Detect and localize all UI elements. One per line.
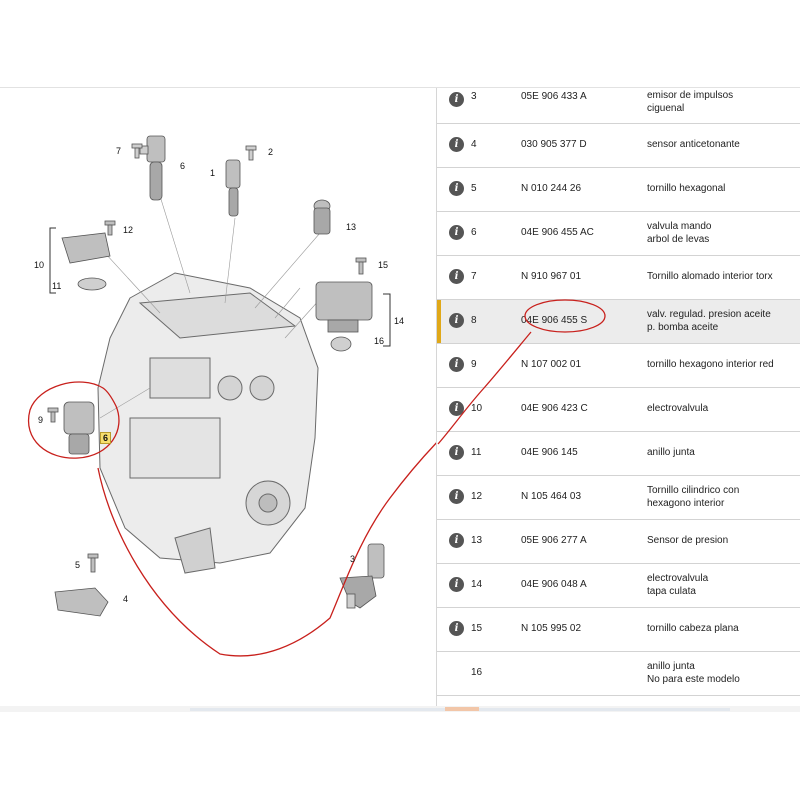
horizontal-scrollbar[interactable] [0,706,800,712]
callout-6[interactable]: 6 [180,161,185,171]
scrollbar-thumb[interactable] [445,707,479,711]
exploded-parts-diagram[interactable]: 7 6 1 2 12 13 10 11 15 14 16 9 6 5 4 3 [0,88,436,706]
callout-13[interactable]: 13 [346,222,356,232]
callout-7[interactable]: 7 [116,146,121,156]
callout-14[interactable]: 14 [394,316,404,326]
red-annotation-overlay [437,299,606,445]
callout-12[interactable]: 12 [123,225,133,235]
callout-1[interactable]: 1 [210,168,215,178]
callout-16[interactable]: 16 [374,336,384,346]
callout-2[interactable]: 2 [268,147,273,157]
callout-15[interactable]: 15 [378,260,388,270]
engine-illustration [27,135,436,657]
callout-4[interactable]: 4 [123,594,128,604]
callout-11[interactable]: 11 [52,281,61,291]
callout-9[interactable]: 9 [38,415,43,425]
callout-5[interactable]: 5 [75,560,80,570]
callout-3[interactable]: 3 [350,554,355,564]
callout-8-highlighted[interactable]: 6 [100,432,112,444]
callout-10[interactable]: 10 [34,260,44,270]
